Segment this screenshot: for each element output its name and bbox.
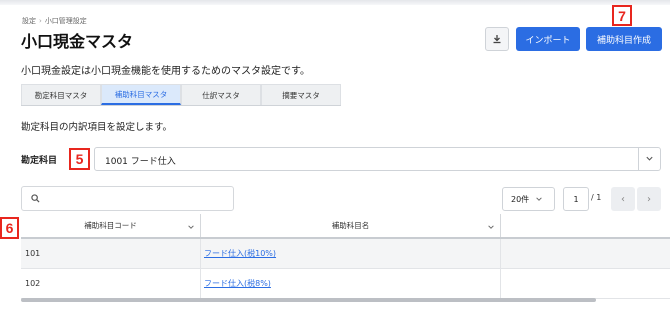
download-button[interactable] — [485, 27, 509, 51]
page-description: 小口現金設定は小口現金機能を使用するためのマスタ設定です。 — [21, 66, 310, 77]
top-shadow-bar — [0, 0, 670, 5]
tab-subaccount-master[interactable]: 補助科目マスタ — [101, 84, 181, 105]
horizontal-scrollbar[interactable] — [21, 298, 596, 302]
breadcrumb-item-settings[interactable]: 設定 — [22, 16, 36, 26]
page-number-input[interactable]: 1 — [563, 187, 589, 211]
account-select[interactable]: 1001 フード仕入 — [94, 147, 661, 171]
sort-chevron-icon — [188, 225, 194, 229]
chevron-down-icon — [646, 156, 653, 161]
column-header-code[interactable]: 補助科目コード — [21, 214, 201, 237]
sort-chevron-icon — [488, 225, 494, 229]
annotation-marker-7: 7 — [612, 5, 632, 26]
tab-account-master[interactable]: 勘定科目マスタ — [21, 84, 101, 105]
account-field-label: 勘定科目 — [21, 156, 58, 166]
subaccount-code-cell: 102 — [21, 269, 201, 298]
subaccount-table: 補助科目コード 補助科目名 101 フード仕入(税10%) 102 フード仕入(… — [21, 214, 670, 299]
page-total: / 1 — [591, 193, 602, 202]
search-input[interactable] — [46, 191, 226, 207]
chevron-right-icon: › — [647, 193, 651, 205]
annotation-marker-6: 6 — [0, 217, 19, 239]
column-header-empty — [501, 214, 670, 237]
column-header-code-label: 補助科目コード — [84, 221, 137, 230]
page-title: 小口現金マスタ — [21, 32, 134, 51]
chevron-down-icon — [536, 197, 542, 201]
empty-cell — [501, 269, 670, 298]
search-box — [21, 186, 234, 211]
subaccount-name-cell: フード仕入(税8%) — [201, 269, 501, 298]
column-header-name[interactable]: 補助科目名 — [201, 214, 501, 237]
master-tabs: 勘定科目マスタ 補助科目マスタ 仕訳マスタ 摘要マスタ — [21, 84, 341, 106]
create-subaccount-button[interactable]: 補助科目作成 — [586, 27, 662, 51]
import-button[interactable]: インポート — [516, 27, 580, 51]
tab-summary-master[interactable]: 摘要マスタ — [261, 84, 341, 105]
breadcrumb-separator-icon: › — [39, 17, 42, 25]
breadcrumb-item-petty-cash[interactable]: 小口管理設定 — [45, 16, 87, 26]
per-page-select[interactable]: 20件 — [502, 187, 555, 211]
chevron-left-icon: ‹ — [621, 193, 625, 205]
subaccount-code-cell: 101 — [21, 239, 201, 268]
account-select-value: 1001 フード仕入 — [105, 157, 176, 167]
download-icon — [493, 35, 501, 44]
subaccount-name-link[interactable]: フード仕入(税10%) — [204, 248, 276, 259]
table-row[interactable]: 101 フード仕入(税10%) — [21, 239, 670, 269]
search-icon — [31, 194, 40, 203]
annotation-marker-5: 5 — [69, 148, 90, 170]
prev-page-button[interactable]: ‹ — [611, 187, 635, 211]
column-header-name-label: 補助科目名 — [331, 221, 370, 230]
section-description: 勘定科目の内訳項目を設定します。 — [21, 122, 173, 133]
subaccount-name-cell: フード仕入(税10%) — [201, 239, 501, 268]
select-divider — [638, 148, 639, 170]
table-header: 補助科目コード 補助科目名 — [21, 214, 670, 239]
next-page-button[interactable]: › — [637, 187, 661, 211]
per-page-value: 20件 — [511, 194, 530, 204]
tab-journal-master[interactable]: 仕訳マスタ — [181, 84, 261, 105]
subaccount-name-link[interactable]: フード仕入(税8%) — [204, 278, 271, 289]
breadcrumb: 設定 › 小口管理設定 — [22, 16, 87, 26]
table-row[interactable]: 102 フード仕入(税8%) — [21, 269, 670, 299]
empty-cell — [501, 239, 670, 268]
